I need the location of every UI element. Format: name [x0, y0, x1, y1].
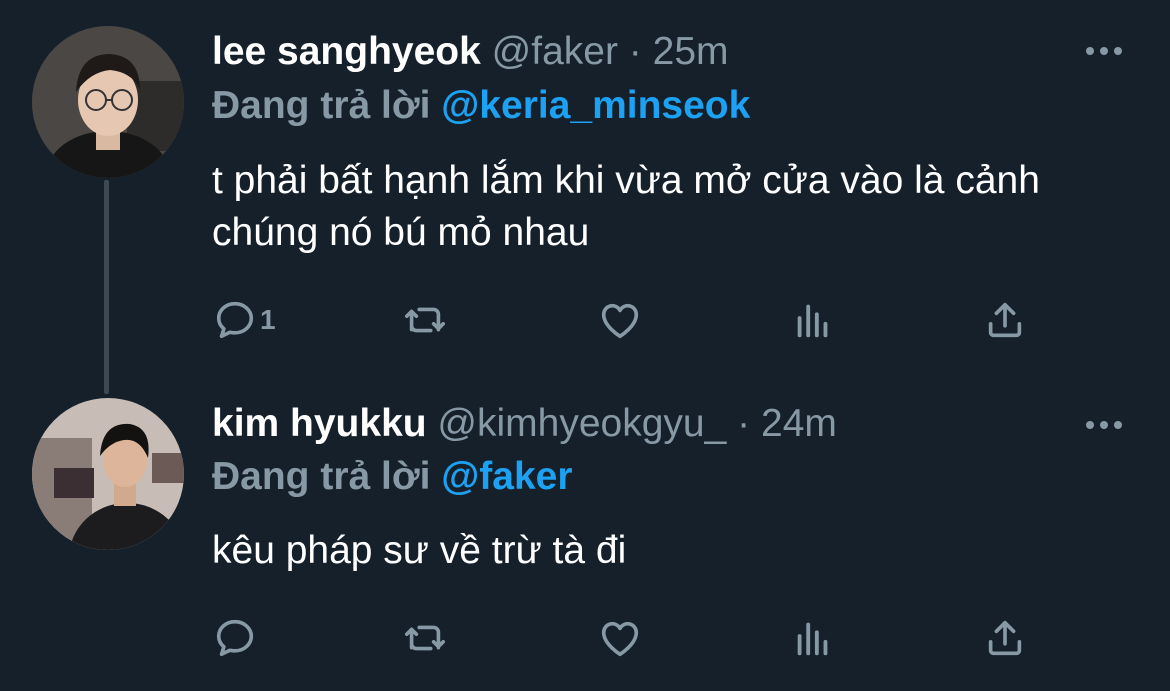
avatar[interactable] — [32, 26, 184, 178]
user-handle[interactable]: @faker — [492, 30, 618, 73]
retweet-icon — [404, 307, 446, 333]
like-icon — [601, 621, 639, 657]
tweet-text: t phải bất hạnh lắm khi vừa mở cửa vào l… — [212, 159, 1040, 254]
share-icon — [988, 620, 1022, 656]
tweet-header: lee sanghyeok @faker · 25m — [212, 29, 729, 75]
reply-count: 1 — [260, 304, 276, 335]
reply-button[interactable] — [212, 613, 260, 663]
retweet-icon — [404, 625, 446, 651]
mention-link[interactable]: @faker — [441, 455, 572, 498]
like-button[interactable] — [597, 295, 643, 345]
like-button[interactable] — [597, 613, 643, 663]
display-name[interactable]: lee sanghyeok — [212, 30, 481, 73]
share-button[interactable] — [982, 613, 1028, 663]
separator-dot: · — [737, 402, 751, 445]
like-icon — [601, 303, 639, 339]
retweet-button[interactable] — [402, 613, 448, 663]
more-icon[interactable] — [1086, 40, 1126, 60]
avatar-image — [32, 26, 184, 178]
replying-to: Đang trả lời @faker — [212, 454, 573, 500]
replying-to: Đang trả lời @keria_minseok — [212, 83, 750, 129]
more-icon[interactable] — [1086, 414, 1126, 434]
analytics-icon — [797, 622, 828, 656]
avatar[interactable] — [32, 398, 184, 550]
action-bar: 1 — [212, 295, 1032, 345]
retweet-button[interactable] — [402, 295, 448, 345]
analytics-button[interactable] — [790, 613, 836, 663]
user-handle[interactable]: @kimhyeokgyu_ — [437, 402, 726, 445]
tweet-2[interactable]: kim hyukku @kimhyeokgyu_ · 24m Đang trả … — [0, 390, 1170, 691]
reply-icon — [216, 619, 254, 657]
timestamp[interactable]: 25m — [653, 30, 729, 73]
analytics-icon — [797, 304, 828, 338]
action-bar — [212, 613, 1032, 663]
tweet-header: kim hyukku @kimhyeokgyu_ · 24m — [212, 401, 837, 447]
replying-label: Đang trả lời — [212, 455, 431, 498]
share-icon — [988, 302, 1022, 338]
display-name[interactable]: kim hyukku — [212, 402, 427, 445]
tweet-text: kêu pháp sư về trừ tà đi — [212, 529, 627, 572]
reply-button[interactable]: 1 — [212, 295, 276, 345]
share-button[interactable] — [982, 295, 1028, 345]
reply-icon — [216, 301, 254, 339]
timestamp[interactable]: 24m — [761, 402, 837, 445]
replying-label: Đang trả lời — [212, 84, 431, 127]
analytics-button[interactable] — [790, 295, 836, 345]
avatar-image — [32, 398, 184, 550]
separator-dot: · — [628, 30, 642, 73]
mention-link[interactable]: @keria_minseok — [441, 84, 750, 127]
tweet-1[interactable]: lee sanghyeok @faker · 25m Đang trả lời … — [0, 0, 1170, 390]
